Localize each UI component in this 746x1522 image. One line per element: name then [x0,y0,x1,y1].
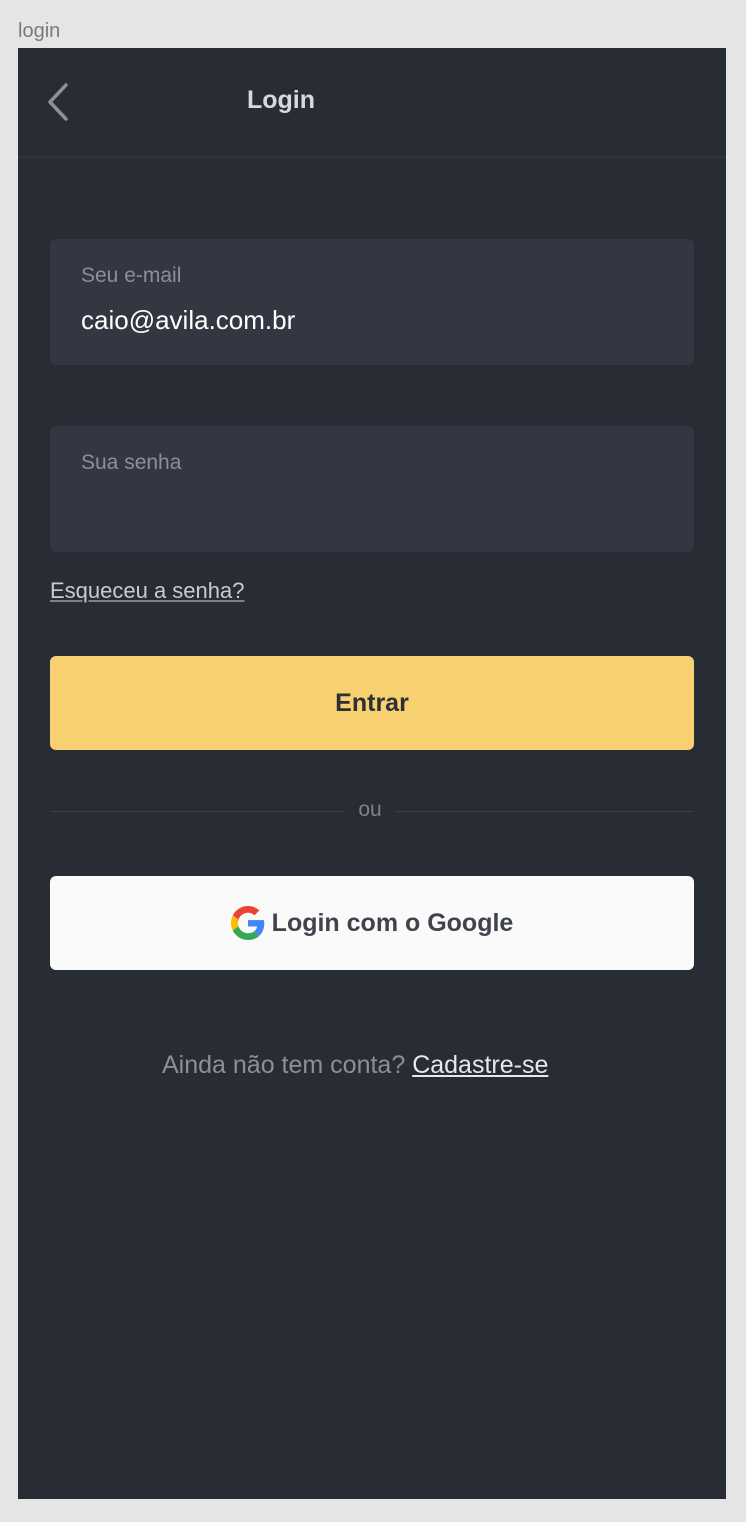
signup-prompt-text: Ainda não tem conta? [162,1051,406,1079]
page-title: Login [246,86,316,114]
google-g-icon [230,906,264,940]
divider-text: ou [358,798,382,821]
email-field[interactable]: Seu e-mail caio@avila.com.br [50,239,694,365]
login-button[interactable]: Entrar [50,656,694,750]
google-login-button[interactable]: Login com o Google [50,876,694,970]
google-login-label: Login com o Google [271,908,514,937]
signup-link[interactable]: Cadastre-se [412,1051,548,1079]
divider-line-left [50,811,344,812]
divider-line-right [396,811,694,812]
email-label: Seu e-mail [81,264,182,287]
password-label: Sua senha [81,451,182,474]
nav-bar: Login [18,48,726,158]
email-value[interactable]: caio@avila.com.br [81,305,295,336]
login-screen: Login Seu e-mail caio@avila.com.br Sua s… [18,48,726,1499]
password-field[interactable]: Sua senha [50,426,694,552]
signup-prompt: Ainda não tem conta? Cadastre-se [162,1051,582,1080]
forgot-password-link[interactable]: Esqueceu a senha? [50,578,245,604]
login-button-label: Entrar [335,688,409,717]
frame-label: login [18,20,61,42]
